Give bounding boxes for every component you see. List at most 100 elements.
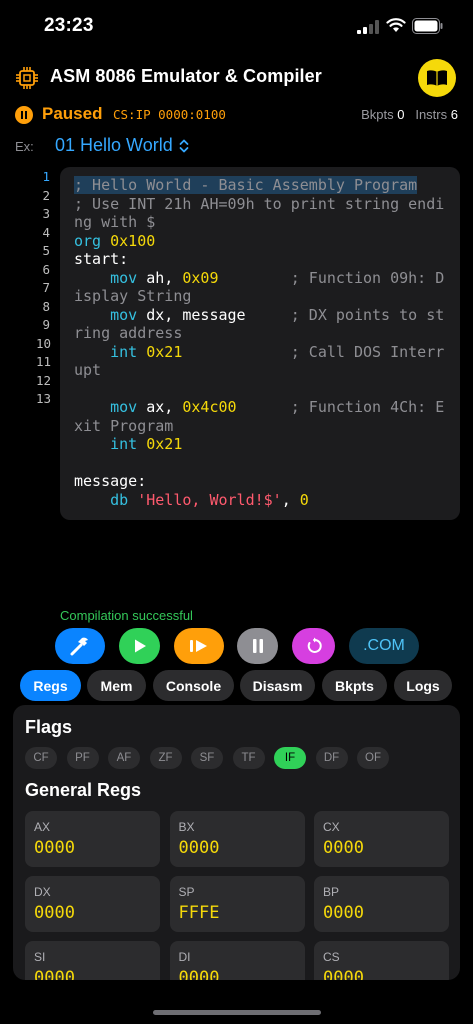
flag-cf[interactable]: CF [25, 747, 57, 769]
code-line[interactable]: start: [74, 250, 446, 269]
line-number[interactable]: 12 [36, 372, 51, 391]
code-line[interactable]: db 'Hello, World!$', 0 [74, 491, 446, 510]
line-number[interactable]: 6 [36, 261, 50, 280]
tab-console[interactable]: Console [153, 670, 234, 701]
code-token: ; Use INT 21h AH=09h to print string end… [74, 194, 445, 232]
play-icon [134, 639, 146, 653]
register-bp[interactable]: BP 0000 [314, 876, 449, 932]
register-sp[interactable]: SP FFFE [169, 876, 305, 932]
flag-pf[interactable]: PF [66, 747, 99, 769]
register-cx[interactable]: CX 0000 [314, 811, 449, 867]
register-name: AX [34, 820, 51, 834]
register-value: 0000 [323, 968, 364, 980]
example-selector[interactable]: 01 Hello World [55, 135, 189, 156]
cellular-signal-icon [357, 20, 379, 34]
line-number[interactable]: 4 [36, 224, 50, 243]
pause-icon [252, 639, 263, 653]
code-line[interactable] [74, 380, 446, 399]
register-si[interactable]: SI 0000 [25, 941, 160, 980]
register-di[interactable]: DI 0000 [169, 941, 305, 980]
code-token: 'Hello, World!$' [137, 490, 282, 509]
breakpoints-label: Bkpts [361, 107, 394, 122]
step-forward-icon [190, 640, 207, 652]
code-token: int [74, 435, 147, 453]
build-button[interactable] [55, 628, 105, 664]
tab-mem[interactable]: Mem [87, 670, 146, 701]
book-icon [427, 70, 447, 86]
code-line[interactable] [74, 454, 446, 473]
hammer-icon [70, 637, 88, 656]
tab-logs[interactable]: Logs [394, 670, 452, 701]
register-value: 0000 [178, 968, 220, 980]
docs-button[interactable] [418, 59, 456, 97]
reset-button[interactable] [292, 628, 335, 664]
line-number[interactable]: 3 [36, 205, 50, 224]
register-value: 0000 [34, 968, 75, 980]
line-number[interactable]: 11 [36, 353, 51, 372]
flag-df[interactable]: DF [315, 747, 348, 769]
code-line[interactable]: mov dx, message ; DX points to string ad… [74, 306, 446, 343]
code-line[interactable]: ; Hello World - Basic Assembly Program [74, 176, 446, 195]
flag-of[interactable]: OF [357, 747, 389, 769]
flag-af[interactable]: AF [108, 747, 140, 769]
flag-sf[interactable]: SF [191, 747, 223, 769]
register-value: 0000 [34, 903, 75, 923]
register-name: CX [323, 820, 340, 834]
register-name: DI [178, 950, 191, 964]
step-button[interactable] [174, 628, 224, 664]
line-number[interactable]: 7 [36, 279, 50, 298]
run-button[interactable] [119, 628, 160, 664]
register-ax[interactable]: AX 0000 [25, 811, 160, 867]
code-line[interactable]: org 0x100 [74, 232, 446, 251]
code-line[interactable]: int 0x21 [74, 435, 446, 454]
example-selected: 01 Hello World [55, 135, 173, 155]
line-number[interactable]: 10 [36, 335, 51, 354]
code-token: 0x21 [146, 435, 183, 453]
flag-tf[interactable]: TF [232, 747, 265, 769]
pause-button[interactable] [237, 628, 278, 664]
code-token: message: [74, 472, 147, 490]
export-com-button[interactable]: .COM [349, 628, 419, 664]
tab-disasm[interactable]: Disasm [240, 670, 315, 701]
tab-bkpts[interactable]: Bkpts [322, 670, 387, 701]
code-line[interactable]: mov ax, 0x4c00 ; Function 4Ch: Exit Prog… [74, 398, 446, 435]
register-name: BP [323, 885, 340, 899]
flag-if[interactable]: IF [274, 747, 306, 769]
code-token: int [74, 342, 147, 361]
code-line[interactable]: mov ah, 0x09 ; Function 09h: Display Str… [74, 269, 446, 306]
execution-state: Paused [42, 104, 103, 123]
wifi-icon [386, 18, 406, 32]
flag-zf[interactable]: ZF [149, 747, 182, 769]
code-token: 0x21 [146, 342, 183, 361]
register-value: 0000 [178, 838, 220, 858]
line-number[interactable]: 9 [36, 316, 50, 335]
app-header: ASM 8086 Emulator & Compiler [0, 56, 473, 100]
instructions-label: Instrs [415, 107, 448, 122]
code-line[interactable]: message: [74, 472, 446, 491]
register-dx[interactable]: DX 0000 [25, 876, 160, 932]
register-value: 0000 [34, 838, 75, 858]
line-number-gutter: 1 2 3 4 5 6 7 8 9 10 11 12 13 [36, 168, 51, 409]
line-number[interactable]: 13 [36, 390, 51, 409]
register-cs[interactable]: CS 0000 [314, 941, 449, 980]
counters: Bkpts 0 Instrs 6 [361, 107, 458, 122]
code-line[interactable]: ; Use INT 21h AH=09h to print string end… [74, 195, 446, 232]
instructions-count: 6 [450, 107, 458, 122]
code-token: 0x09 [182, 268, 219, 287]
line-number[interactable]: 8 [36, 298, 50, 317]
line-number[interactable]: 1 [36, 168, 50, 187]
tab-regs[interactable]: Regs [20, 670, 81, 701]
code-editor[interactable]: ; Hello World - Basic Assembly Program; … [60, 167, 460, 520]
line-number[interactable]: 5 [36, 242, 50, 261]
register-value: 0000 [323, 838, 364, 858]
code-token: org [74, 231, 111, 250]
code-line[interactable]: int 0x21 ; Call DOS Interrupt [74, 343, 446, 380]
registers-panel: Flags CF PF AF ZF SF TF IF DF OF General Regs AX… [13, 705, 460, 980]
battery-icon [412, 18, 443, 34]
register-bx[interactable]: BX 0000 [169, 811, 305, 867]
code-token: ; Hello World - Basic Assembly Program [74, 176, 418, 194]
register-name: BX [178, 820, 195, 834]
line-number[interactable]: 2 [36, 187, 50, 206]
status-bar: 23:23 [0, 0, 473, 54]
register-name: SP [178, 885, 195, 899]
